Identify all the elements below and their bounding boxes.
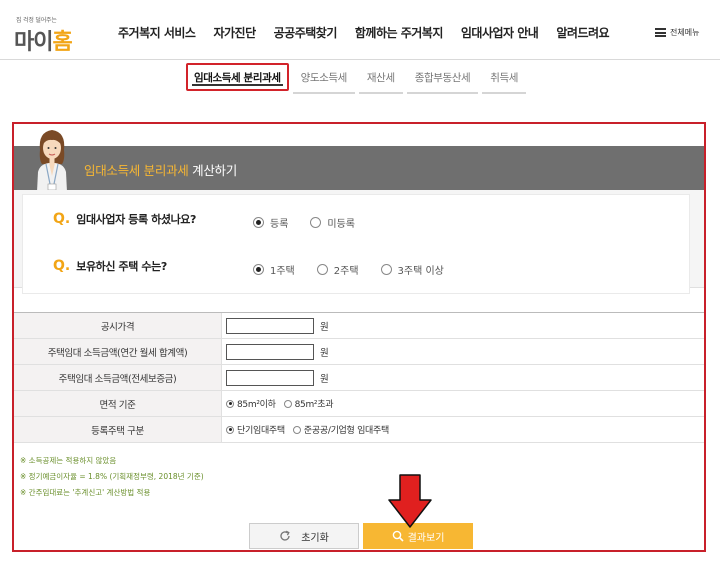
option-area-under-85[interactable]: 85m²이하 <box>226 397 276 410</box>
field-label: 주택임대 소득금액(전세보증금) <box>14 365 222 390</box>
tax-tabs: 임대소득세 분리과세 양도소득세 재산세 종합부동산세 취득세 <box>186 62 530 94</box>
hamburger-icon <box>655 28 666 37</box>
field-label: 주택임대 소득금액(연간 월세 합계액) <box>14 339 222 364</box>
radio-button[interactable] <box>283 399 292 408</box>
nav-item-landlord-guide[interactable]: 임대사업자 안내 <box>461 24 539 41</box>
option-registered[interactable]: 등록 <box>253 215 288 230</box>
house-count-options: 1주택 2주택 3주택 이상 <box>253 262 466 277</box>
radio-button[interactable] <box>292 425 301 434</box>
site-header: 집 걱정 덜어주는 마이홈 주거복지 서비스 자가진단 공공주택찾기 함께하는 … <box>0 0 720 60</box>
option-two-houses[interactable]: 2주택 <box>316 262 359 277</box>
question-box: Q. 임대사업자 등록 하셨나요? 등록 미등록 Q. 보유하신 주택 수는? <box>22 194 690 294</box>
option-three-plus-houses[interactable]: 3주택 이상 <box>380 262 444 277</box>
nav-item-self-diagnosis[interactable]: 자가진단 <box>213 24 256 41</box>
search-icon <box>392 530 404 542</box>
option-public-corporate-rental[interactable]: 준공공/기업형 임대주택 <box>292 423 389 436</box>
logo-tagline: 집 걱정 덜어주는 <box>16 17 57 24</box>
field-label: 면적 기준 <box>14 391 222 416</box>
refresh-icon <box>280 530 290 541</box>
radio-button-selected[interactable] <box>226 425 234 434</box>
public-price-input[interactable] <box>226 317 314 334</box>
unit-label: 원 <box>320 347 329 359</box>
view-result-button-label: 결과보기 <box>407 532 445 544</box>
radio-button[interactable] <box>316 264 328 275</box>
reset-button[interactable]: 초기화 <box>249 523 359 549</box>
calculator-title-bar: 임대소득세 분리과세 계산하기 <box>14 146 704 190</box>
tab-property-tax[interactable]: 재산세 <box>358 62 403 94</box>
deposit-income-input[interactable] <box>226 369 314 386</box>
question-house-count: Q. 보유하신 주택 수는? <box>53 258 167 274</box>
tab-acquisition-tax[interactable]: 취득세 <box>482 62 527 94</box>
note-item: ※ 소득공제는 적용하지 않았음 <box>20 456 117 465</box>
option-unregistered[interactable]: 미등록 <box>310 215 355 230</box>
form-row-public-price: 공시가격 원 <box>14 313 704 339</box>
monthly-rent-income-input[interactable] <box>226 343 314 360</box>
calculator-panel: 임대소득세 분리과세 계산하기 Q. 임대사업자 등록 하셨나요? 등록 미등록… <box>12 122 706 552</box>
calculator-title: 임대소득세 분리과세 계산하기 <box>84 163 237 178</box>
registration-options: 등록 미등록 <box>253 215 377 230</box>
red-arrow-icon <box>388 474 432 528</box>
nav-item-together-welfare[interactable]: 함께하는 주거복지 <box>355 24 444 41</box>
form-row-deposit-income: 주택임대 소득금액(전세보증금) 원 <box>14 365 704 391</box>
nav-item-housing-welfare[interactable]: 주거복지 서비스 <box>118 24 196 41</box>
field-label: 등록주택 구분 <box>14 417 222 442</box>
all-menu-button[interactable]: 전체메뉴 <box>655 27 699 38</box>
form-row-monthly-rent-income: 주택임대 소득금액(연간 월세 합계액) 원 <box>14 339 704 365</box>
option-one-house[interactable]: 1주택 <box>253 262 295 277</box>
all-menu-label: 전체메뉴 <box>670 28 700 37</box>
question-area: Q. 임대사업자 등록 하셨나요? 등록 미등록 Q. 보유하신 주택 수는? <box>14 190 704 294</box>
field-label: 공시가격 <box>14 313 222 338</box>
advisor-character-icon <box>37 130 67 192</box>
unit-label: 원 <box>320 373 329 385</box>
tab-comprehensive-real-estate-tax[interactable]: 종합부동산세 <box>406 62 479 94</box>
option-short-term-rental[interactable]: 단기임대주택 <box>226 423 285 436</box>
question-text: 임대사업자 등록 하셨나요? <box>76 213 196 226</box>
radio-button[interactable] <box>310 217 322 228</box>
site-logo[interactable]: 집 걱정 덜어주는 마이홈 <box>14 15 86 55</box>
question-mark: Q. <box>53 211 71 227</box>
logo-text: 마이홈 <box>14 30 73 55</box>
form-row-area: 면적 기준 85m²이하 85m²초과 <box>14 391 704 417</box>
radio-button-selected[interactable] <box>253 217 264 228</box>
question-text: 보유하신 주택 수는? <box>76 260 167 273</box>
tab-capital-gains-tax[interactable]: 양도소득세 <box>292 62 355 94</box>
option-area-over-85[interactable]: 85m²초과 <box>283 397 333 410</box>
note-item: ※ 정기예금이자율 = 1.8% (기획재정부령, 2018년 기준) <box>20 472 204 481</box>
question-registration: Q. 임대사업자 등록 하셨나요? <box>53 211 196 227</box>
radio-button[interactable] <box>380 264 392 275</box>
unit-label: 원 <box>320 321 329 333</box>
form-row-housing-type: 등록주택 구분 단기임대주택 준공공/기업형 임대주택 <box>14 417 704 443</box>
radio-button-selected[interactable] <box>253 264 264 275</box>
nav-item-public-housing[interactable]: 공공주택찾기 <box>274 24 338 41</box>
notes-list: ※ 소득공제는 적용하지 않았음 ※ 정기예금이자율 = 1.8% (기획재정부… <box>20 453 204 501</box>
input-form-table: 공시가격 원 주택임대 소득금액(연간 월세 합계액) 원 주택임대 소득금액(… <box>14 312 704 443</box>
note-item: ※ 간주임대료는 '추계신고' 계산방법 적용 <box>20 488 151 497</box>
main-nav: 주거복지 서비스 자가진단 공공주택찾기 함께하는 주거복지 임대사업자 안내 … <box>118 24 627 41</box>
radio-button-selected[interactable] <box>226 399 234 408</box>
question-mark: Q. <box>53 258 71 274</box>
nav-item-notice[interactable]: 알려드려요 <box>556 24 609 41</box>
reset-button-label: 초기화 <box>301 532 329 544</box>
tab-rental-income-tax[interactable]: 임대소득세 분리과세 <box>186 63 289 91</box>
